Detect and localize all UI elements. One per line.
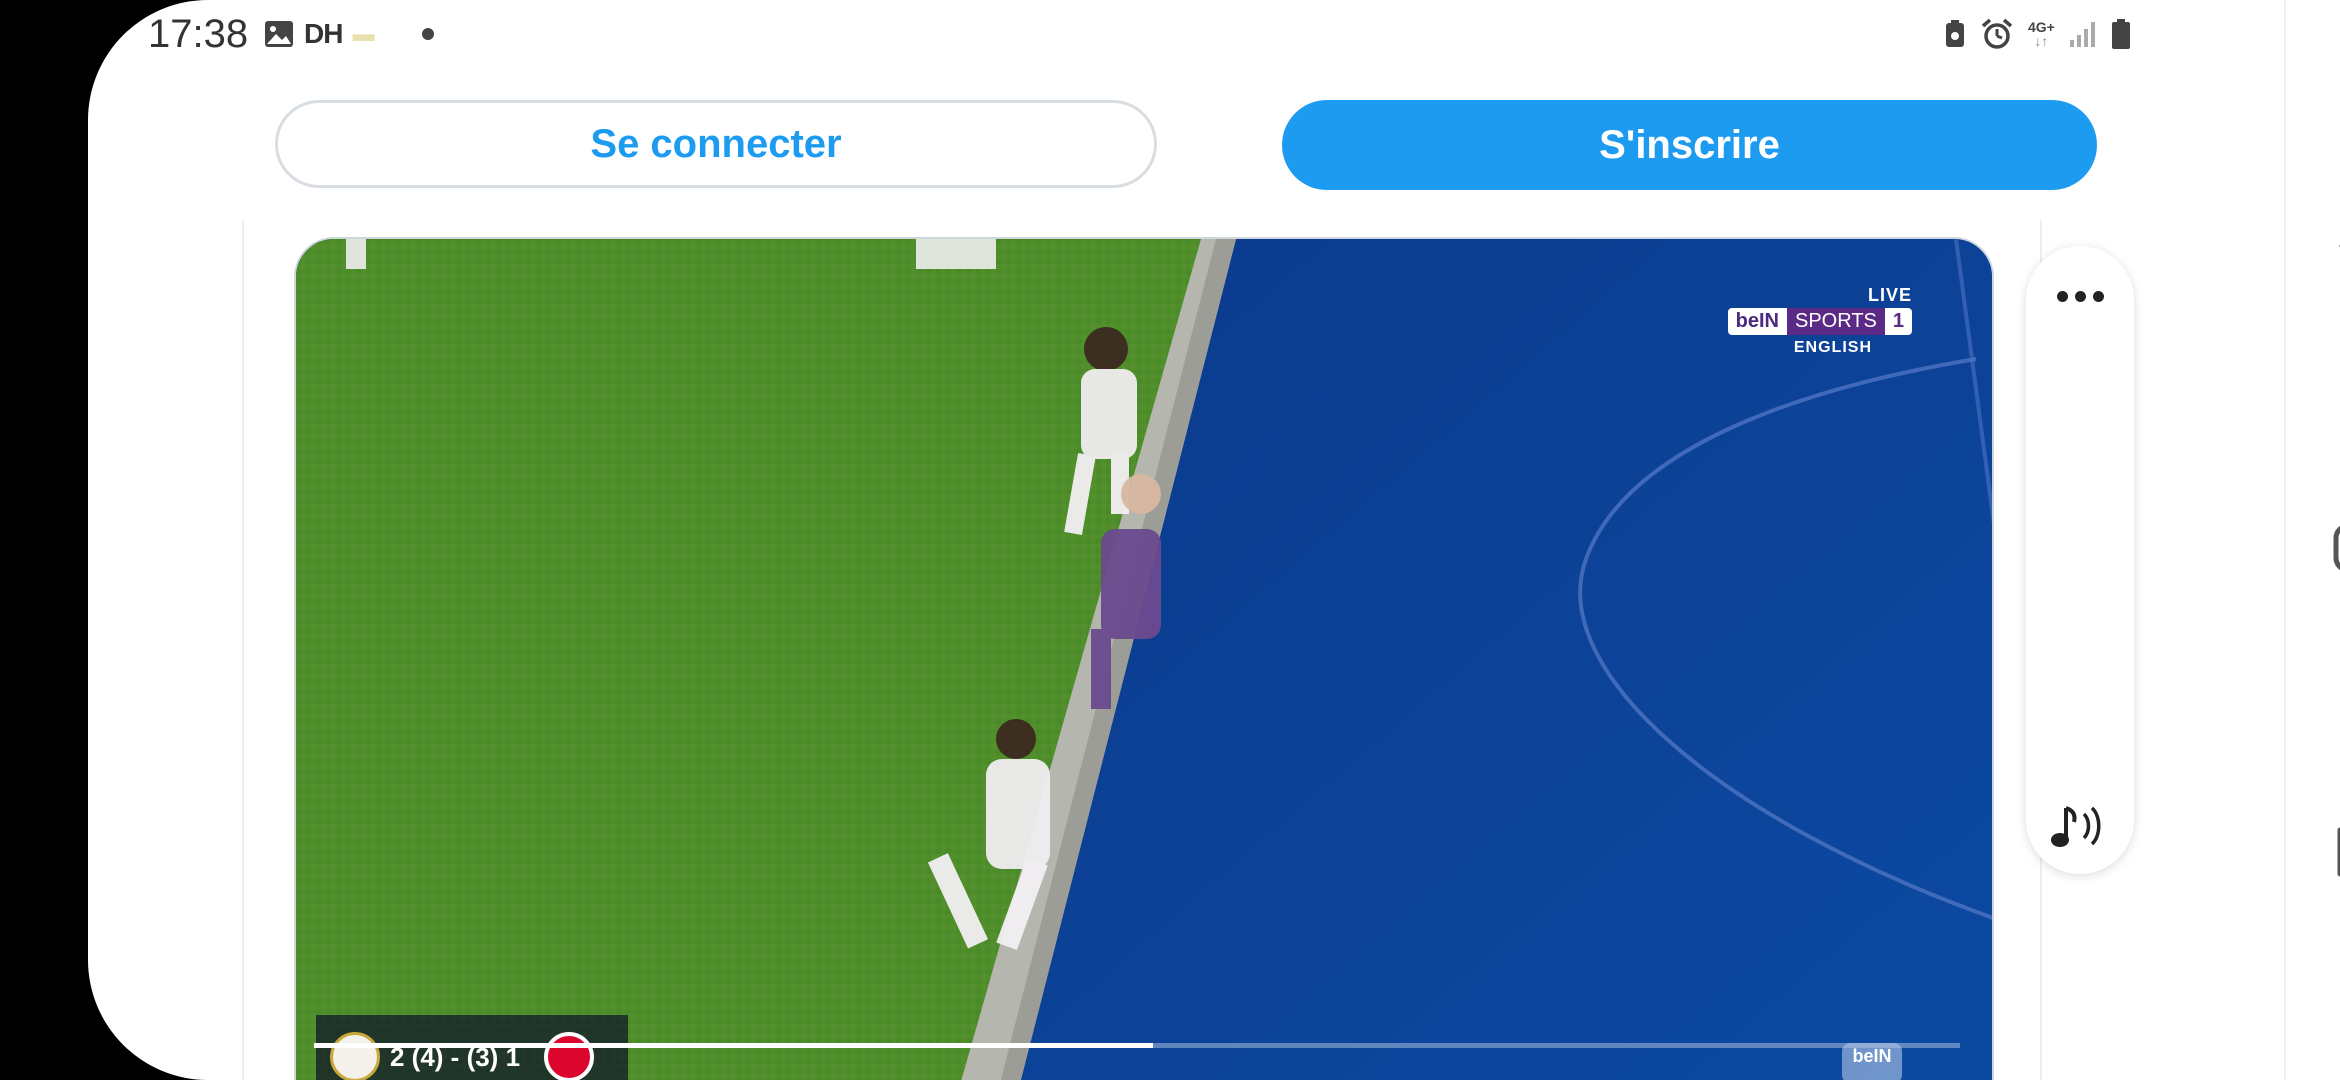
bein-sports-label: SPORTS	[1787, 308, 1885, 335]
bayern-crest-icon	[544, 1032, 595, 1080]
image-icon	[265, 21, 293, 47]
login-button[interactable]: Se connecter	[275, 100, 1157, 188]
recent-apps-icon[interactable]	[2332, 826, 2340, 878]
side-panel	[2026, 246, 2134, 874]
back-chevron-icon[interactable]	[2332, 220, 2340, 272]
status-right-icons: 4G+ ↓↑	[1944, 18, 2131, 50]
live-label: LIVE	[1867, 285, 1912, 305]
more-dots-icon[interactable]	[2046, 276, 2114, 316]
status-time: 17:38	[148, 12, 249, 56]
battery-icon	[2111, 19, 2130, 49]
battery-saver-icon	[1946, 20, 1964, 47]
phone-screen: 17:38 DH ▬ 4G+ ↓↑ Se connecter S'inscrir…	[88, 0, 2340, 1080]
video-player[interactable]: LIVE beIN SPORTS 1 ENGLISH 2 (4) - (3) 1…	[294, 237, 1994, 1080]
channel-number: 1	[1884, 308, 1912, 335]
corner-bein-logo: beIN	[1842, 1043, 1902, 1080]
navigation-bar	[2284, 0, 2340, 1080]
signal-icon	[2069, 22, 2095, 47]
auth-row: Se connecter S'inscrire	[275, 100, 2097, 192]
home-icon[interactable]	[2332, 522, 2340, 574]
language-label: ENGLISH	[1793, 339, 1872, 356]
alarm-icon	[1981, 18, 2013, 49]
dh-app-icon: DH	[304, 18, 343, 49]
column-border-left	[242, 220, 244, 1080]
video-frame	[296, 239, 1992, 1080]
network-indicator: 4G+ ↓↑	[2028, 20, 2055, 48]
signup-button[interactable]: S'inscrire	[1282, 100, 2097, 190]
data-arrows-icon: ↓↑	[2034, 33, 2049, 49]
video-progress-fill	[314, 1043, 1154, 1048]
status-left-icons: DH ▬	[264, 18, 435, 50]
bein-brand: beIN	[1727, 308, 1787, 335]
video-progress-bar[interactable]	[314, 1043, 1960, 1048]
bein-logo: beIN SPORTS 1	[1727, 308, 1912, 335]
network-label: 4G+	[2028, 19, 2055, 35]
sound-icon[interactable]	[2044, 794, 2116, 858]
real-madrid-crest-icon	[330, 1032, 380, 1080]
notification-icon: ▬	[352, 21, 375, 46]
broadcaster-logo: LIVE beIN SPORTS 1 ENGLISH	[1727, 285, 1912, 357]
status-bar: 17:38 DH ▬ 4G+ ↓↑	[88, 0, 2188, 72]
dot-indicator	[422, 28, 435, 40]
